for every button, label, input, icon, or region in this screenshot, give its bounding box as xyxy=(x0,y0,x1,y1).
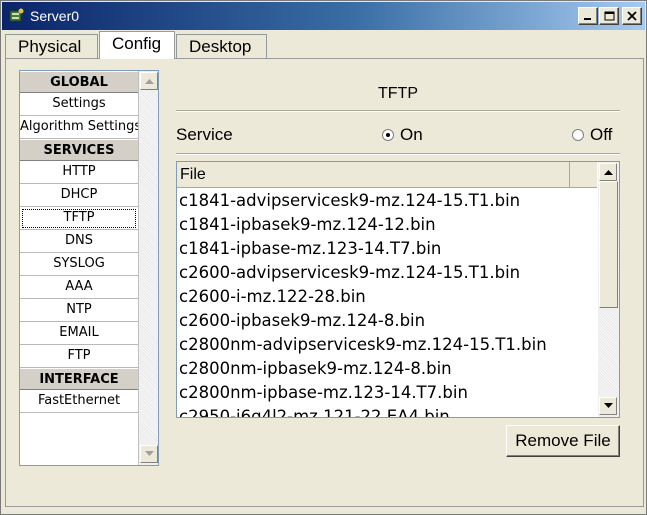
tab-desktop[interactable]: Desktop xyxy=(176,34,267,59)
divider xyxy=(176,110,620,112)
section-title: TFTP xyxy=(378,85,418,102)
file-column-header[interactable]: File xyxy=(177,162,569,188)
file-row[interactable]: c2800nm-ipbasek9-mz.124-8.bin xyxy=(177,357,597,381)
file-row[interactable]: c2600-advipservicesk9-mz.124-15.T1.bin xyxy=(177,261,597,285)
file-row[interactable]: c2600-i-mz.122-28.bin xyxy=(177,285,597,309)
file-row[interactable]: c2800nm-advipservicesk9-mz.124-15.T1.bin xyxy=(177,333,597,357)
nav-scroll-up-button[interactable] xyxy=(140,72,158,90)
service-off-radio[interactable]: Off xyxy=(572,125,612,145)
config-panel: GLOBAL Settings Algorithm Settings SERVI… xyxy=(5,58,644,507)
server-app-icon xyxy=(9,8,24,22)
server-window: Server0 Physical Config Desktop GLOBAL S… xyxy=(0,0,647,515)
maximize-icon xyxy=(604,11,614,21)
title-bar[interactable]: Server0 xyxy=(2,2,645,30)
file-list: c1841-advipservicesk9-mz.124-15.T1.bin c… xyxy=(177,189,597,417)
file-scroll-up-button[interactable] xyxy=(599,163,617,181)
arrow-down-icon xyxy=(603,403,613,408)
radio-off-label: Off xyxy=(590,125,613,144)
file-row[interactable]: c2950-i6q4l2-mz.121-22.EA4.bin xyxy=(177,405,597,417)
file-column-filler xyxy=(569,162,597,188)
nav-item-ntp[interactable]: NTP xyxy=(20,299,138,322)
arrow-up-icon xyxy=(603,170,613,175)
minimize-icon xyxy=(584,18,591,20)
tab-physical[interactable]: Physical xyxy=(5,34,98,59)
minimize-button[interactable] xyxy=(578,7,598,25)
divider xyxy=(176,153,620,155)
config-nav: GLOBAL Settings Algorithm Settings SERVI… xyxy=(19,70,159,466)
file-row[interactable]: c2800nm-ipbase-mz.123-14.T7.bin xyxy=(177,381,597,405)
nav-scrollbar[interactable] xyxy=(138,71,158,465)
arrow-down-icon xyxy=(144,451,154,456)
service-label: Service xyxy=(176,125,233,144)
close-icon xyxy=(627,11,637,21)
nav-item-dhcp[interactable]: DHCP xyxy=(20,184,138,207)
file-scroll-down-button[interactable] xyxy=(599,397,617,415)
nav-item-http[interactable]: HTTP xyxy=(20,161,138,184)
file-scroll-thumb[interactable] xyxy=(599,181,618,308)
nav-item-tftp[interactable]: TFTP xyxy=(20,207,138,230)
maximize-button[interactable] xyxy=(599,7,619,25)
radio-on-indicator[interactable] xyxy=(382,129,394,141)
service-on-radio[interactable]: On xyxy=(382,125,423,145)
file-scrollbar[interactable] xyxy=(598,162,619,417)
close-button[interactable] xyxy=(622,7,642,25)
nav-item-email[interactable]: EMAIL xyxy=(20,322,138,345)
nav-list: GLOBAL Settings Algorithm Settings SERVI… xyxy=(20,71,138,413)
file-row[interactable]: c1841-ipbasek9-mz.124-12.bin xyxy=(177,213,597,237)
file-table: File c1841-advipservicesk9-mz.124-15.T1.… xyxy=(176,161,620,418)
nav-item-dns[interactable]: DNS xyxy=(20,230,138,253)
radio-off-indicator[interactable] xyxy=(572,129,584,141)
nav-header-global: GLOBAL xyxy=(20,71,138,93)
file-row[interactable]: c1841-ipbase-mz.123-14.T7.bin xyxy=(177,237,597,261)
arrow-up-icon xyxy=(144,79,154,84)
nav-item-syslog[interactable]: SYSLOG xyxy=(20,253,138,276)
file-row[interactable]: c1841-advipservicesk9-mz.124-15.T1.bin xyxy=(177,189,597,213)
remove-file-button[interactable]: Remove File xyxy=(506,425,620,457)
tab-bar: Physical Config Desktop xyxy=(5,31,645,59)
nav-item-fastethernet[interactable]: FastEthernet xyxy=(20,390,138,413)
radio-on-label: On xyxy=(400,125,423,144)
window-title: Server0 xyxy=(30,8,80,24)
nav-item-aaa[interactable]: AAA xyxy=(20,276,138,299)
nav-item-settings[interactable]: Settings xyxy=(20,93,138,116)
tab-config[interactable]: Config xyxy=(99,31,175,59)
nav-header-interface: INTERFACE xyxy=(20,368,138,390)
file-row[interactable]: c2600-ipbasek9-mz.124-8.bin xyxy=(177,309,597,333)
nav-item-algorithm-settings[interactable]: Algorithm Settings xyxy=(20,116,138,139)
nav-header-services: SERVICES xyxy=(20,139,138,161)
nav-item-ftp[interactable]: FTP xyxy=(20,345,138,368)
nav-scroll-down-button[interactable] xyxy=(140,445,158,463)
